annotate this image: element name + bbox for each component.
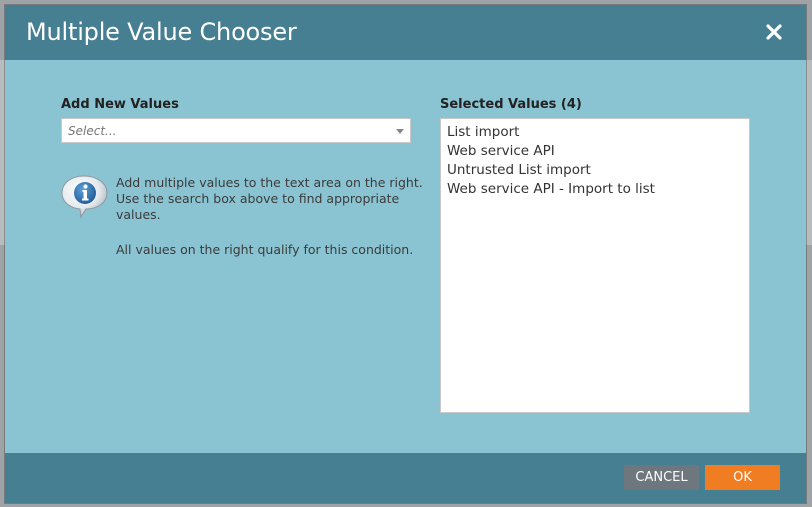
list-item: Web service API - Import to list xyxy=(447,181,655,197)
list-item: Untrusted List import xyxy=(447,162,591,178)
cancel-button[interactable]: CANCEL xyxy=(624,465,699,490)
selected-values-textarea[interactable]: List import Web service API Untrusted Li… xyxy=(440,118,750,413)
info-icon xyxy=(60,173,110,219)
help-text: Add multiple values to the text area on … xyxy=(116,175,423,222)
dialog-header: Multiple Value Chooser xyxy=(5,5,806,60)
chevron-down-icon xyxy=(396,129,404,134)
selected-values-label: Selected Values (4) xyxy=(440,97,582,112)
ok-button[interactable]: OK xyxy=(705,465,780,490)
help-text-condition: All values on the right qualify for this… xyxy=(116,242,414,257)
add-new-values-label: Add New Values xyxy=(61,97,179,112)
multiple-value-chooser-dialog: Multiple Value Chooser Add New Values Se… xyxy=(5,5,806,503)
select-placeholder: Select... xyxy=(68,124,117,138)
dialog-footer: CANCEL OK xyxy=(5,453,806,503)
value-select[interactable]: Select... xyxy=(61,118,411,143)
list-item: Web service API xyxy=(447,143,555,159)
list-item: List import xyxy=(447,124,520,140)
close-button[interactable] xyxy=(764,22,784,42)
close-icon xyxy=(766,24,782,40)
dialog-title: Multiple Value Chooser xyxy=(26,18,297,46)
